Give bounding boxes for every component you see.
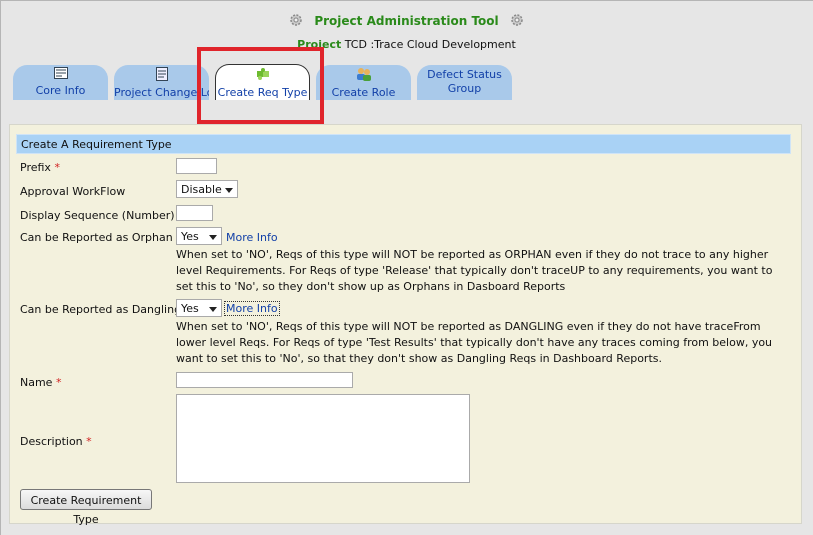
- display-seq-input[interactable]: [176, 205, 213, 221]
- document-icon: [114, 67, 209, 84]
- tab-defect-status-group[interactable]: Defect Status Group: [417, 65, 512, 100]
- chevron-down-icon: [209, 235, 217, 240]
- required-mark: *: [54, 161, 60, 174]
- prefix-input[interactable]: [176, 158, 217, 174]
- tab-project-change-log[interactable]: Project Change Log: [114, 65, 209, 100]
- dangling-help-text: When set to 'NO', Reqs of this type will…: [176, 320, 773, 365]
- approval-label: Approval WorkFlow: [20, 185, 126, 198]
- dangling-more-info-link[interactable]: More Info: [224, 301, 280, 316]
- section-title: Create A Requirement Type: [16, 134, 791, 154]
- approval-select[interactable]: Disable: [176, 180, 238, 198]
- name-label: Name *: [20, 376, 61, 389]
- tab-create-role[interactable]: Create Role: [316, 65, 411, 100]
- orphan-label: Can be Reported as Orphan: [20, 231, 173, 244]
- name-label-text: Name: [20, 376, 53, 389]
- dangling-label: Can be Reported as Dangling: [20, 303, 182, 316]
- users-icon: [316, 67, 411, 84]
- prefix-label-text: Prefix: [20, 161, 51, 174]
- orphan-help-text: When set to 'NO', Reqs of this type will…: [176, 248, 773, 293]
- dangling-value: Yes: [181, 302, 199, 315]
- display-seq-label: Display Sequence (Number): [20, 209, 175, 222]
- create-requirement-type-button[interactable]: Create Requirement Type: [20, 489, 152, 526]
- orphan-value: Yes: [181, 230, 199, 243]
- required-mark: *: [86, 435, 92, 448]
- tab-core-info[interactable]: Core Info: [13, 65, 108, 100]
- tab-label: Project Change Log: [114, 86, 209, 99]
- gear-icon: [509, 12, 525, 31]
- description-label-text: Description: [20, 435, 83, 448]
- page-title: Project Administration Tool: [314, 14, 499, 28]
- form-icon: [13, 67, 108, 82]
- project-name: TCD :Trace Cloud Development: [344, 38, 516, 51]
- project-line: Project TCD :Trace Cloud Development: [0, 38, 813, 51]
- description-textarea[interactable]: [176, 394, 470, 483]
- prefix-label: Prefix *: [20, 161, 60, 174]
- highlight-box: [197, 47, 324, 124]
- gear-icon: [288, 12, 304, 31]
- tab-label: Core Info: [35, 84, 86, 97]
- orphan-select[interactable]: Yes: [176, 227, 222, 245]
- chevron-down-icon: [209, 307, 217, 312]
- approval-value: Disable: [181, 183, 222, 196]
- required-mark: *: [55, 376, 62, 389]
- description-label: Description *: [20, 435, 92, 448]
- dangling-select[interactable]: Yes: [176, 299, 222, 317]
- tab-label: Create Role: [331, 86, 396, 99]
- tab-label: Defect Status Group: [427, 68, 502, 95]
- chevron-down-icon: [225, 188, 233, 193]
- orphan-more-info-link[interactable]: More Info: [226, 231, 278, 244]
- name-input[interactable]: [176, 372, 353, 388]
- page-title-row: Project Administration Tool: [0, 12, 813, 31]
